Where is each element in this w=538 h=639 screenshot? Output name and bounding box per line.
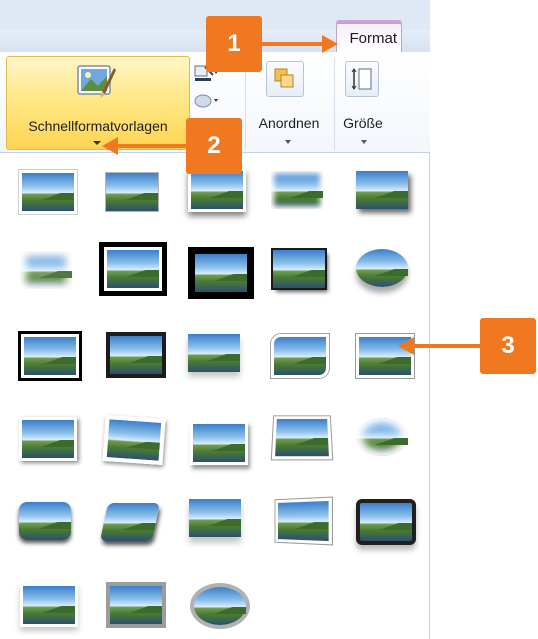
group-divider: [334, 58, 335, 150]
arrange-icon: [274, 68, 294, 88]
picture-style-oval-reflection[interactable]: [356, 249, 408, 287]
callout-badge-2: 2: [186, 118, 242, 174]
callout-arrow-2: [116, 144, 188, 148]
picture-style-metal-rounded[interactable]: [356, 499, 416, 545]
picture-style-white-frame-reflection[interactable]: [20, 583, 78, 627]
picture-styles-icon: [77, 65, 116, 98]
picture-style-drop-shadow-rectangle[interactable]: [356, 171, 408, 209]
picture-style-simple-rectangle[interactable]: [106, 173, 158, 211]
callout-arrowhead-1-icon: [322, 35, 338, 53]
callout-arrowhead-2-icon: [102, 137, 118, 155]
picture-style-bevel-rounded[interactable]: [19, 502, 71, 540]
picture-style-simple-frame-white-shadow[interactable]: [19, 417, 77, 461]
picture-style-perspective-shadow[interactable]: [190, 421, 248, 465]
picture-style-soft-edge-rectangle[interactable]: [271, 171, 323, 209]
picture-style-reflected-bevel[interactable]: [189, 499, 241, 537]
picture-styles-gallery: [0, 153, 430, 639]
picture-style-simple-frame-white[interactable]: [19, 170, 77, 214]
picture-style-soft-edge[interactable]: [20, 251, 72, 289]
quick-styles-dropdown-arrow-icon[interactable]: [93, 141, 101, 145]
size-dropdown-arrow-icon[interactable]: [361, 140, 367, 144]
callout-arrowhead-3-icon: [398, 337, 414, 355]
tab-format[interactable]: Format: [336, 23, 402, 52]
picture-style-double-frame-black[interactable]: [99, 242, 167, 296]
picture-style-bevel-perspective[interactable]: [99, 503, 161, 541]
picture-style-thick-matte-black[interactable]: [188, 247, 254, 299]
arrange-label: Anordnen: [258, 115, 320, 131]
callout-badge-1: 1: [206, 16, 262, 72]
picture-style-perspective-left-white[interactable]: [275, 497, 332, 545]
quick-styles-label: Schnellformatvorlagen: [28, 118, 168, 134]
picture-style-metal-frame[interactable]: [106, 332, 166, 378]
picture-style-rotated-white[interactable]: [102, 414, 166, 466]
picture-effects-icon[interactable]: [193, 92, 219, 110]
picture-style-metal-oval[interactable]: [190, 583, 250, 629]
picture-style-shadow-rectangle[interactable]: [273, 250, 325, 288]
picture-style-simple-frame-black[interactable]: [18, 331, 82, 381]
picture-style-frame-shadow[interactable]: [188, 168, 246, 212]
picture-style-soft-edge-oval[interactable]: [356, 418, 408, 456]
picture-style-rounded-diagonal-corner[interactable]: [271, 334, 329, 378]
callout-badge-3: 3: [480, 318, 536, 374]
callout-arrow-1: [262, 42, 324, 46]
picture-style-reflected-rectangle[interactable]: [188, 334, 240, 372]
arrange-dropdown-arrow-icon[interactable]: [285, 140, 291, 144]
callout-arrow-3: [412, 344, 482, 348]
size-icon: [351, 68, 372, 90]
picture-style-relaxed-perspective[interactable]: [271, 416, 333, 460]
size-label: Größe: [343, 115, 383, 131]
picture-style-metal-rectangle[interactable]: [106, 582, 166, 628]
